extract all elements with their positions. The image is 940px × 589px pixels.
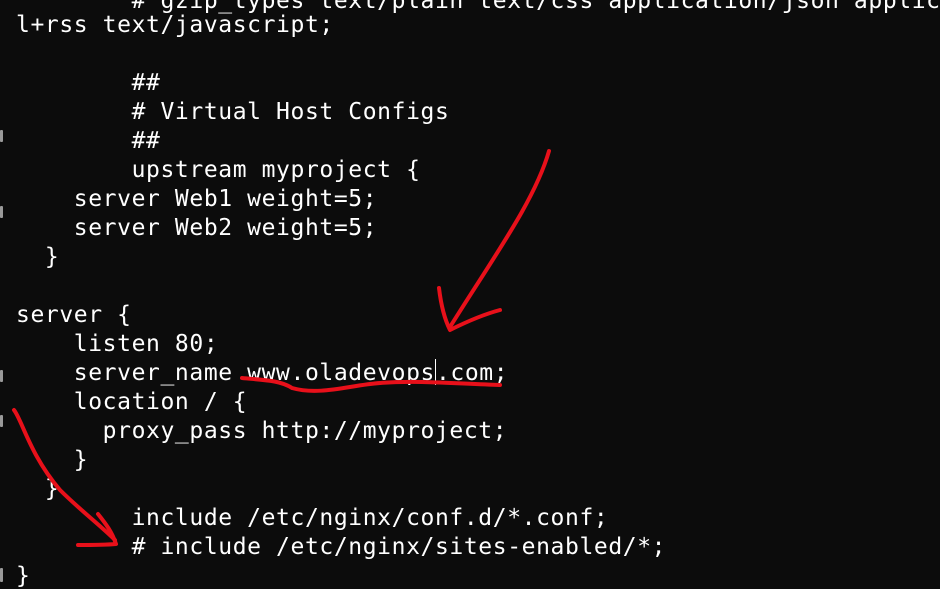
code-line-close-brace: }	[16, 244, 60, 270]
code-line-server-web1: server Web1 weight=5;	[16, 186, 378, 212]
edge-mark	[0, 370, 3, 382]
code-line-comment-hashes: ##	[16, 70, 161, 96]
edge-mark	[0, 415, 3, 427]
code-line-final-brace: }	[16, 563, 31, 589]
server-name-text: server_name www.oladevops	[16, 360, 435, 386]
code-line-close-brace: }	[16, 476, 60, 502]
code-line-include-sites: # include /etc/nginx/sites-enabled/*;	[16, 534, 667, 560]
arrow-to-server-name-head	[437, 286, 502, 332]
code-line-proxy-pass: proxy_pass http://myproject;	[16, 418, 508, 444]
code-line-upstream: upstream myproject {	[16, 157, 421, 183]
arrow-to-server-name-shaft	[448, 149, 551, 329]
code-line-comment-hashes: ##	[16, 128, 161, 154]
code-line-server-web2: server Web2 weight=5;	[16, 215, 378, 241]
code-line-include-conf: include /etc/nginx/conf.d/*.conf;	[16, 505, 609, 531]
left-edge-marks	[0, 0, 4, 589]
code-line-close-brace: }	[16, 447, 89, 473]
terminal-window[interactable]: # gzip_types text/plain text/css applica…	[0, 0, 940, 589]
code-line-listen: listen 80;	[16, 331, 219, 357]
code-line-comment-virtual-host: # Virtual Host Configs	[16, 99, 450, 125]
code-line-server-name[interactable]: server_name www.oladevops.com;	[16, 359, 508, 388]
code-line-gzip-types-cont: l+rss text/javascript;	[16, 12, 334, 38]
edge-mark	[0, 568, 3, 582]
server-name-text-tail: .com;	[435, 360, 509, 386]
code-line-location: location / {	[16, 389, 248, 415]
edge-mark	[0, 206, 3, 218]
code-line-server-block: server {	[16, 302, 132, 328]
edge-mark	[0, 130, 3, 142]
